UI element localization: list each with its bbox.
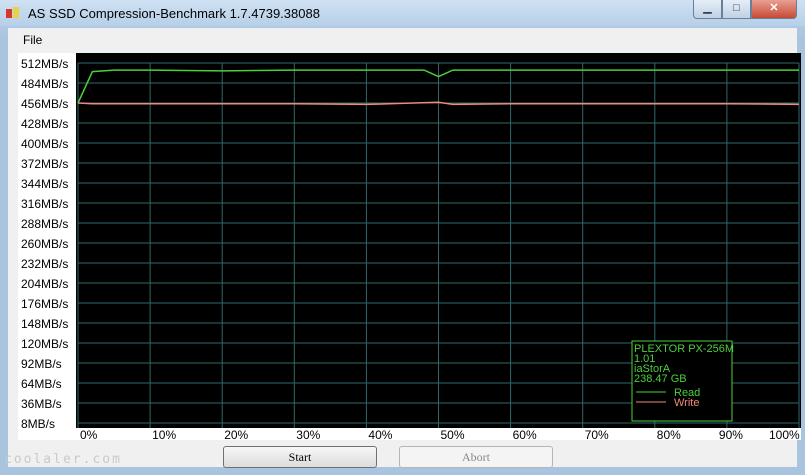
y-tick-label: 204MB/s bbox=[21, 277, 68, 291]
device-capacity: 238.47 GB bbox=[634, 373, 687, 385]
y-tick-label: 260MB/s bbox=[21, 237, 68, 251]
watermark: coolaler.com bbox=[4, 452, 122, 467]
y-tick-label: 92MB/s bbox=[21, 357, 62, 371]
y-tick-label: 344MB/s bbox=[21, 177, 68, 191]
app-window: AS SSD Compression-Benchmark 1.7.4739.38… bbox=[0, 0, 805, 475]
y-tick-label: 8MB/s bbox=[21, 417, 55, 431]
x-tick-label: 90% bbox=[719, 428, 743, 440]
client-area: File 512MB/s 484MB/s 456MB/s 428MB/s 400MB/s… bbox=[8, 28, 801, 468]
menu-bar: File bbox=[8, 28, 797, 52]
x-axis-label-strip bbox=[18, 428, 801, 440]
minimize-button[interactable]: ▁ bbox=[693, 0, 722, 19]
y-tick-label: 64MB/s bbox=[21, 377, 62, 391]
y-tick-label: 148MB/s bbox=[21, 317, 68, 331]
y-tick-label: 176MB/s bbox=[21, 297, 68, 311]
x-tick-label: 60% bbox=[513, 428, 537, 440]
start-button[interactable]: Start bbox=[223, 446, 377, 468]
x-tick-label: 10% bbox=[152, 428, 176, 440]
app-icon bbox=[6, 7, 19, 18]
chart-svg: 512MB/s 484MB/s 456MB/s 428MB/s 400MB/s 372MB… bbox=[18, 53, 801, 440]
title-bar[interactable]: AS SSD Compression-Benchmark 1.7.4739.38… bbox=[0, 0, 805, 26]
x-tick-label: 50% bbox=[441, 428, 465, 440]
y-tick-label: 428MB/s bbox=[21, 117, 68, 131]
x-tick-label: 0% bbox=[80, 428, 98, 440]
close-button[interactable]: ✕ bbox=[751, 0, 797, 19]
y-tick-label: 36MB/s bbox=[21, 397, 62, 411]
y-tick-label: 232MB/s bbox=[21, 257, 68, 271]
y-tick-label: 120MB/s bbox=[21, 337, 68, 351]
legend-write-label: Write bbox=[674, 397, 699, 409]
y-tick-label: 400MB/s bbox=[21, 137, 68, 151]
maximize-button[interactable]: □ bbox=[722, 0, 751, 19]
window-title: AS SSD Compression-Benchmark 1.7.4739.38… bbox=[28, 6, 320, 21]
x-tick-label: 80% bbox=[657, 428, 681, 440]
y-tick-label: 484MB/s bbox=[21, 77, 68, 91]
x-tick-label: 100% bbox=[769, 428, 800, 440]
abort-button[interactable]: Abort bbox=[399, 446, 553, 468]
y-tick-label: 288MB/s bbox=[21, 217, 68, 231]
y-tick-label: 456MB/s bbox=[21, 97, 68, 111]
x-tick-label: 30% bbox=[296, 428, 320, 440]
y-tick-label: 316MB/s bbox=[21, 197, 68, 211]
benchmark-chart: 512MB/s 484MB/s 456MB/s 428MB/s 400MB/s 372MB… bbox=[18, 53, 801, 440]
x-tick-label: 20% bbox=[224, 428, 248, 440]
y-tick-label: 372MB/s bbox=[21, 157, 68, 171]
y-tick-label: 512MB/s bbox=[21, 57, 68, 71]
menu-file[interactable]: File bbox=[23, 33, 42, 47]
x-tick-label: 70% bbox=[585, 428, 609, 440]
x-tick-label: 40% bbox=[368, 428, 392, 440]
